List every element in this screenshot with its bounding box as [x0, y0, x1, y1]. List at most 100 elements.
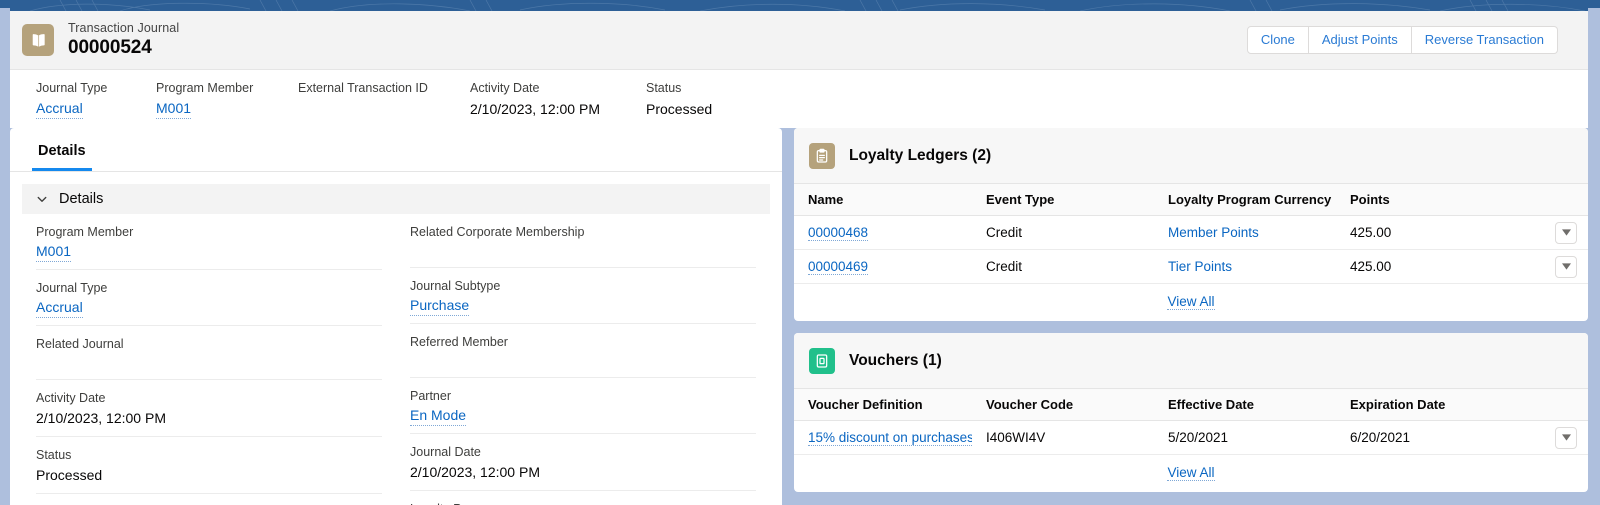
app-top-banner: [0, 0, 1600, 11]
highlight-value: 2/10/2023, 12:00 PM: [470, 101, 600, 117]
record-header: Transaction Journal 00000524 Clone Adjus…: [10, 11, 1588, 70]
highlight-value-link[interactable]: M001: [156, 99, 192, 119]
related-lists-column: Loyalty Ledgers (2) Name Event Type Loya…: [794, 128, 1588, 505]
field-journal-date: Journal Date 2/10/2023, 12:00 PM: [410, 434, 756, 491]
field-transaction-location: Transaction Location: [36, 494, 382, 505]
clone-button[interactable]: Clone: [1246, 26, 1309, 54]
ledger-name-link[interactable]: 00000469: [808, 259, 869, 275]
column-header-effective-date[interactable]: Effective Date: [1154, 389, 1336, 421]
record-actions: Clone Adjust Points Reverse Transaction: [1246, 26, 1558, 54]
reverse-transaction-button[interactable]: Reverse Transaction: [1411, 26, 1558, 54]
field-label: Status: [36, 448, 72, 462]
details-field-grid: Program Member M001 Journal Type Accrual…: [10, 214, 782, 505]
field-label: Referred Member: [410, 335, 508, 349]
loyalty-ledgers-view-all-link[interactable]: View All: [1167, 294, 1215, 310]
loyalty-ledgers-table: Name Event Type Loyalty Program Currency…: [794, 184, 1588, 321]
tab-bar: Details: [10, 128, 782, 172]
ledger-currency-link[interactable]: Tier Points: [1168, 259, 1232, 274]
page-title: 00000524: [68, 37, 152, 58]
voucher-code: I406WI4V: [972, 420, 1154, 455]
vouchers-view-all-link[interactable]: View All: [1167, 465, 1215, 481]
column-header-actions: [1544, 389, 1588, 421]
ledger-event-type: Credit: [972, 215, 1154, 250]
column-header-voucher-code[interactable]: Voucher Code: [972, 389, 1154, 421]
field-label: Program Member: [36, 225, 134, 239]
chevron-down-icon: [37, 196, 47, 202]
loyalty-ledgers-title: Loyalty Ledgers (2): [849, 146, 992, 164]
vouchers-table: Voucher Definition Voucher Code Effectiv…: [794, 389, 1588, 492]
voucher-icon: [809, 347, 835, 374]
banner-pattern: [29, 0, 1586, 11]
column-header-actions: [1544, 184, 1588, 216]
column-header-name[interactable]: Name: [794, 184, 972, 216]
field-value: 2/10/2023, 12:00 PM: [410, 464, 540, 480]
column-header-points[interactable]: Points: [1336, 184, 1544, 216]
field-label: Activity Date: [36, 391, 106, 405]
field-label: Journal Date: [410, 445, 481, 459]
voucher-expiration-date: 6/20/2021: [1336, 420, 1544, 455]
ledger-currency-link[interactable]: Member Points: [1168, 225, 1259, 240]
field-loyalty-program: Loyalty Program: [410, 491, 756, 505]
details-right-column: Related Corporate Membership Journal Sub…: [396, 214, 770, 505]
details-section-header[interactable]: Details: [22, 184, 770, 214]
field-value-link[interactable]: Accrual: [36, 298, 83, 318]
highlight-value-link[interactable]: Accrual: [36, 99, 83, 119]
highlight-label: Status: [646, 81, 682, 95]
details-card: Details Details Program Member M001 Jour…: [10, 128, 782, 505]
field-value-link[interactable]: Purchase: [410, 296, 470, 316]
field-status: Status Processed: [36, 437, 382, 494]
highlight-status: Status Processed: [646, 80, 806, 128]
field-activity-date: Activity Date 2/10/2023, 12:00 PM: [36, 380, 382, 437]
record-type-label: Transaction Journal: [68, 21, 180, 35]
ledger-event-type: Credit: [972, 249, 1154, 284]
field-value: [410, 242, 756, 260]
field-value-link[interactable]: En Mode: [410, 406, 467, 426]
vouchers-title: Vouchers (1): [849, 351, 942, 369]
field-label: Journal Type: [36, 281, 108, 295]
status-badge: Processed: [646, 101, 713, 117]
field-journal-type: Journal Type Accrual: [36, 270, 382, 326]
table-row: 00000468 Credit Member Points 425.00: [794, 215, 1588, 250]
highlight-label: External Transaction ID: [298, 81, 428, 95]
loyalty-ledgers-header: Loyalty Ledgers (2): [794, 128, 1588, 184]
field-related-corporate-membership: Related Corporate Membership: [410, 214, 756, 268]
highlight-label: Activity Date: [470, 81, 540, 95]
details-left-column: Program Member M001 Journal Type Accrual…: [22, 214, 396, 505]
column-header-currency[interactable]: Loyalty Program Currency: [1154, 184, 1336, 216]
field-label: Partner: [410, 389, 451, 403]
highlight-program-member: Program Member M001: [156, 80, 298, 128]
book-icon: [22, 24, 54, 56]
field-value: [36, 354, 382, 372]
field-label: Loyalty Program: [410, 500, 756, 505]
field-program-member: Program Member M001: [36, 214, 382, 270]
field-label: Related Corporate Membership: [410, 225, 585, 239]
left-gutter: [0, 8, 10, 505]
row-actions-dropdown-icon[interactable]: [1555, 426, 1577, 449]
highlight-label: Program Member: [156, 81, 254, 95]
column-header-event-type[interactable]: Event Type: [972, 184, 1154, 216]
main-content: Details Details Program Member M001 Jour…: [10, 128, 1588, 505]
vouchers-header: Vouchers (1): [794, 333, 1588, 389]
table-header-row: Name Event Type Loyalty Program Currency…: [794, 184, 1588, 216]
row-actions-dropdown-icon[interactable]: [1555, 221, 1577, 244]
table-row: 00000469 Credit Tier Points 425.00: [794, 249, 1588, 284]
field-value: [410, 352, 756, 370]
ledger-name-link[interactable]: 00000468: [808, 225, 869, 241]
field-value-link[interactable]: M001: [36, 242, 72, 262]
vouchers-card: Vouchers (1) Voucher Definition Voucher …: [794, 333, 1588, 492]
field-partner: Partner En Mode: [410, 378, 756, 434]
column-header-expiration-date[interactable]: Expiration Date: [1336, 389, 1544, 421]
clipboard-icon: [809, 142, 835, 169]
adjust-points-button[interactable]: Adjust Points: [1308, 26, 1412, 54]
column-header-voucher-definition[interactable]: Voucher Definition: [794, 389, 972, 421]
voucher-effective-date: 5/20/2021: [1154, 420, 1336, 455]
table-header-row: Voucher Definition Voucher Code Effectiv…: [794, 389, 1588, 421]
field-label: Related Journal: [36, 337, 124, 351]
field-value: Processed: [36, 467, 103, 483]
ledger-points: 425.00: [1336, 215, 1544, 250]
tab-details[interactable]: Details: [32, 143, 92, 171]
voucher-definition-link[interactable]: 15% discount on purchases: [808, 430, 972, 446]
highlight-label: Journal Type: [36, 81, 108, 95]
field-journal-subtype: Journal Subtype Purchase: [410, 268, 756, 324]
row-actions-dropdown-icon[interactable]: [1555, 255, 1577, 278]
